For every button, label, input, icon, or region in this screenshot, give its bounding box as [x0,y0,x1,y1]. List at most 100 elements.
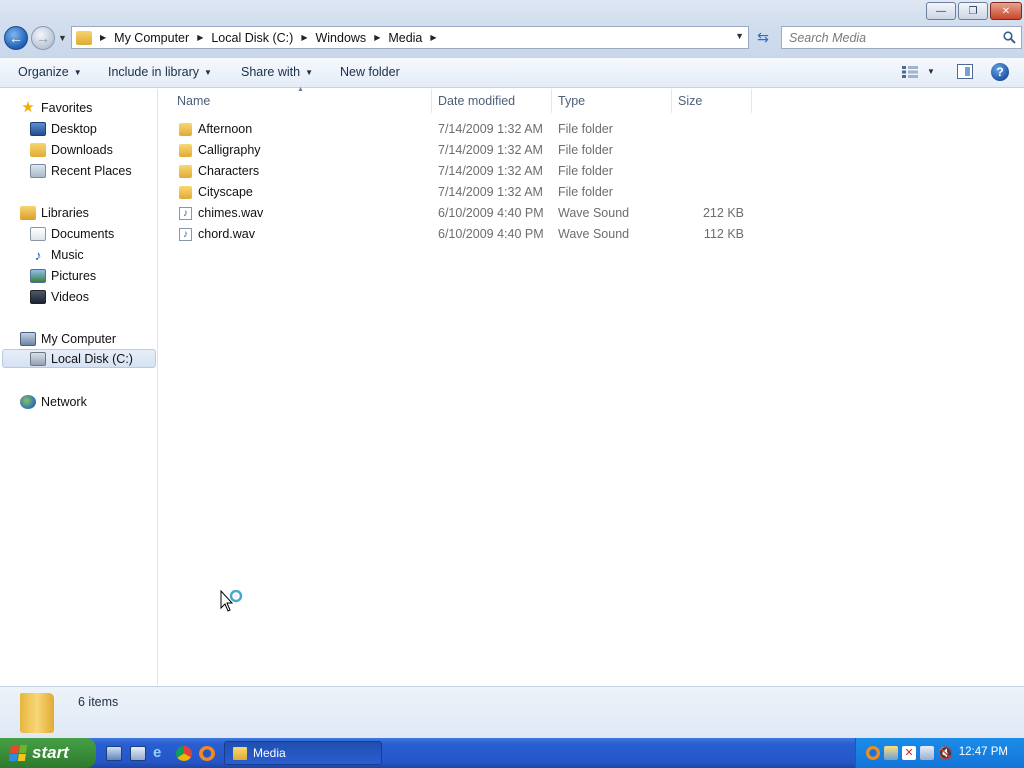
new-folder-button[interactable]: New folder [340,65,400,79]
nav-network[interactable]: Network [20,392,87,411]
nav-videos[interactable]: Videos [30,287,89,306]
documents-icon [30,226,46,241]
file-row-afternoon[interactable]: Afternoon 7/14/2009 1:32 AM File folder [159,119,759,140]
nav-downloads-label: Downloads [51,142,113,157]
back-button[interactable]: ← [4,26,28,50]
address-bar[interactable]: ▶ My Computer ▶ Local Disk (C:) ▶ Window… [71,26,749,49]
share-with-label: Share with [241,65,301,79]
address-dropdown-icon[interactable]: ▼ [735,31,744,41]
file-name: chimes.wav [198,206,264,220]
breadcrumb-media[interactable]: Media [388,31,422,45]
search-tray-icon[interactable] [866,746,880,760]
videos-filmstrip-icon [30,289,46,304]
folder-icon [179,144,192,157]
search-tool-icon[interactable] [199,746,215,761]
help-icon[interactable]: ? [991,63,1009,81]
recent-pages-dropdown[interactable]: ▼ [58,33,67,43]
nav-local-disk[interactable]: Local Disk (C:) [2,349,156,368]
file-list: Name ▲ Date modified Type Size Afternoon… [159,86,1024,685]
file-date: 7/14/2009 1:32 AM [438,122,543,136]
minimize-button[interactable]: — [926,2,956,20]
nav-downloads[interactable]: Downloads [30,140,113,159]
internet-explorer-icon[interactable]: e [153,745,169,760]
nav-my-computer-label: My Computer [41,331,117,346]
change-view-icon[interactable] [902,66,918,78]
chevron-down-icon: ▼ [305,67,313,77]
preview-pane-icon[interactable] [957,64,973,79]
back-arrow-icon: ← [9,30,23,46]
hard-disk-icon [30,351,46,366]
volume-muted-icon[interactable]: 🔇 [938,746,953,760]
file-type: File folder [558,164,613,178]
search-box[interactable] [781,26,1022,49]
show-desktop-icon[interactable] [106,746,122,761]
nav-pictures[interactable]: Pictures [30,266,96,285]
nav-libraries[interactable]: Libraries [20,203,89,222]
column-header-type[interactable]: Type [552,89,672,113]
file-name: Cityscape [198,185,253,199]
forward-arrow-icon: → [36,30,50,46]
breadcrumb-separator-icon[interactable]: ▶ [197,33,203,42]
share-with-button[interactable]: Share with ▼ [241,65,313,79]
downloads-folder-icon [30,142,46,157]
file-name: Calligraphy [198,143,261,157]
search-input[interactable] [789,27,999,48]
maximize-button[interactable]: ❐ [958,2,988,20]
taskbar: start e Media ✕ 🔇 12:47 PM [0,738,1024,768]
chevron-down-icon: ▼ [204,67,212,77]
display-tray-icon[interactable] [884,746,898,760]
breadcrumb-local-disk[interactable]: Local Disk (C:) [211,31,293,45]
close-button[interactable]: ✕ [990,2,1022,20]
nav-documents[interactable]: Documents [30,224,114,243]
nav-documents-label: Documents [51,226,115,241]
file-row-cityscape[interactable]: Cityscape 7/14/2009 1:32 AM File folder [159,182,759,203]
breadcrumb-separator-icon[interactable]: ▶ [430,33,436,42]
nav-my-computer[interactable]: My Computer [20,329,116,348]
music-note-icon: ♪ [34,246,42,263]
nav-recent-places[interactable]: Recent Places [30,161,132,180]
column-header-name[interactable]: Name ▲ [159,86,432,113]
security-alert-icon[interactable]: ✕ [902,746,916,760]
view-options-chevron-icon[interactable]: ▼ [927,67,935,76]
new-folder-label: New folder [340,65,400,79]
search-icon[interactable] [1003,31,1016,44]
window-controls: — ❐ ✕ [924,2,1022,20]
file-row-chimes[interactable]: ♪ chimes.wav 6/10/2009 4:40 PM Wave Soun… [159,203,759,224]
forward-button[interactable]: → [31,26,55,50]
refresh-icon: ⇆ [757,29,769,45]
file-row-characters[interactable]: Characters 7/14/2009 1:32 AM File folder [159,161,759,182]
file-size: 112 KB [703,227,744,241]
organize-label: Organize [18,65,69,79]
nav-music[interactable]: ♪ Music [30,245,84,264]
file-name: Afternoon [198,122,253,136]
maximize-icon: ❐ [968,5,978,17]
explorer-icon[interactable] [130,746,146,761]
file-size: 212 KB [702,206,744,220]
include-in-library-button[interactable]: Include in library ▼ [108,65,212,79]
breadcrumb-separator-icon[interactable]: ▶ [301,33,307,42]
file-name: chord.wav [198,227,255,241]
breadcrumb-my-computer[interactable]: My Computer [114,31,189,45]
network-tray-icon[interactable] [920,746,934,760]
taskbar-window-media[interactable]: Media [224,741,382,765]
nav-desktop[interactable]: Desktop [30,119,97,138]
column-name-label: Name [177,94,211,108]
file-row-calligraphy[interactable]: Calligraphy 7/14/2009 1:32 AM File folde… [159,140,759,161]
start-button[interactable]: start [0,738,96,768]
breadcrumb-separator-icon[interactable]: ▶ [374,33,380,42]
nav-favorites[interactable]: ★ Favorites [20,98,92,117]
breadcrumb-windows[interactable]: Windows [315,31,366,45]
star-icon: ★ [21,98,35,116]
sort-ascending-icon: ▲ [297,86,304,93]
column-date-label: Date modified [438,94,516,108]
pictures-icon [30,268,46,283]
column-header-date-modified[interactable]: Date modified [432,89,552,113]
libraries-icon [20,205,36,220]
file-row-chord[interactable]: ♪ chord.wav 6/10/2009 4:40 PM Wave Sound… [159,224,759,245]
breadcrumb-separator-icon[interactable]: ▶ [100,33,106,42]
clock[interactable]: 12:47 PM [959,746,1008,758]
organize-button[interactable]: Organize ▼ [18,65,82,79]
chrome-icon[interactable] [176,746,192,761]
column-header-size[interactable]: Size [672,89,752,113]
refresh-button[interactable]: ⇆ [752,27,774,48]
